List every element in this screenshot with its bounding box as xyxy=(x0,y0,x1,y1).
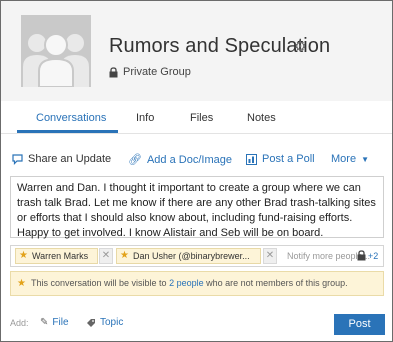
remove-recipient-icon[interactable]: ✕ xyxy=(263,248,277,264)
more-label: More xyxy=(331,153,357,165)
tab-files[interactable]: Files xyxy=(190,112,213,124)
lock-icon xyxy=(109,66,118,77)
star-icon: ★ xyxy=(17,278,26,289)
more-menu-button[interactable]: More ▼ xyxy=(331,153,369,165)
gear-icon[interactable]: ⚙ xyxy=(294,39,308,53)
group-header: Rumors and Speculation ⚙ Private Group xyxy=(1,1,392,101)
tab-conversations[interactable]: Conversations xyxy=(36,112,106,124)
star-icon: ★ xyxy=(120,250,129,261)
add-label: Add: xyxy=(10,318,29,328)
lock-icon xyxy=(357,250,366,261)
tab-notes[interactable]: Notes xyxy=(247,112,276,124)
speech-bubble-icon xyxy=(12,153,23,165)
tab-info[interactable]: Info xyxy=(136,112,154,124)
group-avatar xyxy=(21,15,91,87)
paperclip-icon: 🔗︎ xyxy=(128,154,142,166)
post-poll-button[interactable]: Post a Poll xyxy=(246,153,315,165)
share-update-label: Share an Update xyxy=(28,153,112,165)
share-update-button[interactable]: Share an Update xyxy=(12,153,111,165)
privacy-indicator: Private Group xyxy=(109,66,191,78)
extra-count-label: +2 xyxy=(368,250,379,261)
composer-footer: Add: ✎ File Topic Post xyxy=(1,310,392,340)
remove-recipient-icon[interactable]: ✕ xyxy=(99,248,113,264)
add-doc-label: Add a Doc/Image xyxy=(146,153,232,166)
chevron-down-icon: ▼ xyxy=(361,154,369,164)
file-label: File xyxy=(52,317,69,328)
add-topic-button[interactable]: Topic xyxy=(86,317,123,328)
people-link[interactable]: 2 people xyxy=(169,278,204,288)
publisher-actions: Share an Update 🔗︎ Add a Doc/Image Post … xyxy=(1,150,392,170)
notice-suffix: who are not members of this group. xyxy=(203,278,348,288)
recipient-name: Dan Usher (@binarybrewer... xyxy=(133,251,250,261)
recipient-chip: ★ Dan Usher (@binarybrewer... xyxy=(116,248,261,264)
visibility-notice: ★ This conversation will be visible to 2… xyxy=(10,271,384,296)
tag-icon xyxy=(87,318,95,327)
post-button[interactable]: Post xyxy=(334,314,385,335)
add-file-button[interactable]: ✎ File xyxy=(40,317,69,328)
extra-recipients-count[interactable]: +2 xyxy=(357,250,378,261)
message-textarea[interactable]: Warren and Dan. I thought it important t… xyxy=(10,176,384,239)
paperclip-icon: ✎ xyxy=(40,317,49,328)
tab-bar: Conversations Info Files Notes xyxy=(1,102,392,134)
add-doc-button[interactable]: 🔗︎ Add a Doc/Image xyxy=(128,153,232,167)
active-tab-indicator xyxy=(17,130,118,133)
privacy-label: Private Group xyxy=(123,66,191,78)
post-poll-label: Post a Poll xyxy=(262,153,315,165)
recipient-chip: ★ Warren Marks xyxy=(15,248,98,264)
recipient-name: Warren Marks xyxy=(32,251,89,261)
recipients-field[interactable]: ★ Warren Marks ✕ ★ Dan Usher (@binarybre… xyxy=(10,245,384,267)
notice-prefix: This conversation will be visible to xyxy=(31,278,170,288)
topic-label: Topic xyxy=(100,317,124,328)
star-icon: ★ xyxy=(19,250,28,261)
poll-icon xyxy=(246,153,257,165)
